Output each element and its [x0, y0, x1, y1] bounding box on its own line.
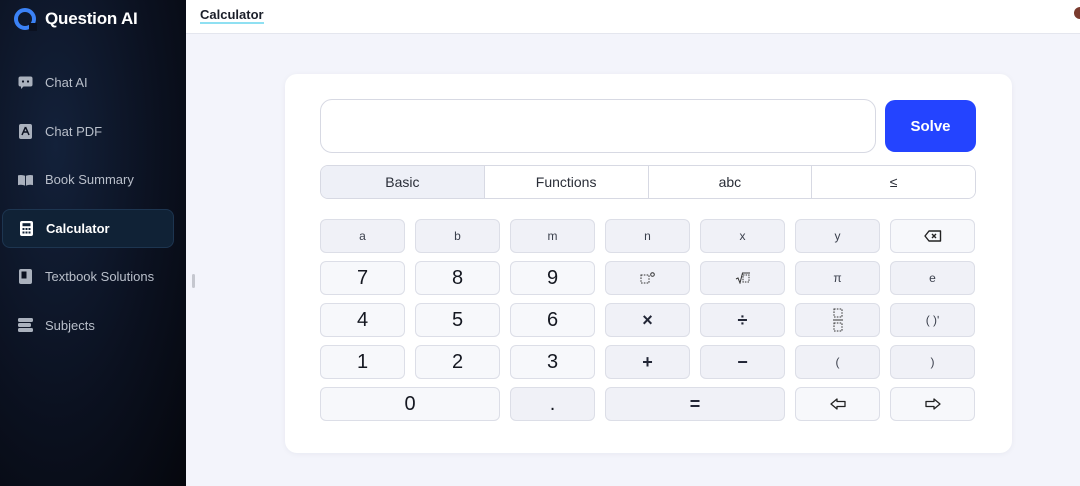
key-6[interactable]: 6 [510, 303, 595, 337]
sidebar-nav: Chat AI Chat PDF Book Summary Calculator… [0, 63, 186, 355]
key-1[interactable]: 1 [320, 345, 405, 379]
sidebar-item-subjects[interactable]: Subjects [2, 306, 174, 345]
key-5[interactable]: 5 [415, 303, 500, 337]
key-9[interactable]: 9 [510, 261, 595, 295]
tab-functions[interactable]: Functions [484, 166, 649, 198]
sidebar-item-chat-ai[interactable]: Chat AI [2, 63, 174, 102]
key-8[interactable]: 8 [415, 261, 500, 295]
key-multiply[interactable]: × [605, 303, 690, 337]
key-pi[interactable]: π [795, 261, 880, 295]
key-7[interactable]: 7 [320, 261, 405, 295]
key-n[interactable]: n [605, 219, 690, 253]
key-e[interactable]: e [890, 261, 975, 295]
sidebar-item-label: Textbook Solutions [45, 269, 155, 285]
key-backspace[interactable] [890, 219, 975, 253]
fraction-icon [832, 308, 844, 332]
key-minus[interactable]: − [700, 345, 785, 379]
logo[interactable]: Question AI [14, 7, 138, 31]
key-m[interactable]: m [510, 219, 595, 253]
key-sqrt[interactable] [700, 261, 785, 295]
degree-icon [640, 272, 656, 284]
textbook-icon [18, 269, 33, 285]
backspace-icon [923, 230, 942, 242]
tab-abc[interactable]: abc [648, 166, 813, 198]
sidebar-item-label: Calculator [46, 220, 110, 236]
sidebar-resize-handle[interactable] [192, 274, 195, 288]
page-title: Calculator [200, 7, 264, 24]
calculator-card: Solve Basic Functions abc ≤ a b m n x y … [285, 74, 1012, 453]
key-y[interactable]: y [795, 219, 880, 253]
arrow-right-icon [924, 398, 941, 410]
sidebar-item-label: Chat PDF [45, 123, 103, 139]
key-a[interactable]: a [320, 219, 405, 253]
sidebar-item-textbook-solutions[interactable]: Textbook Solutions [2, 257, 174, 296]
tab-basic[interactable]: Basic [321, 166, 485, 198]
sidebar-item-chat-pdf[interactable]: Chat PDF [2, 112, 174, 151]
sidebar: Question AI Chat AI Chat PDF Book Summar… [0, 0, 186, 486]
key-fraction[interactable] [795, 303, 880, 337]
app-name: Question AI [45, 9, 138, 28]
sidebar-item-book-summary[interactable]: Book Summary [2, 160, 174, 199]
tab-inequalities[interactable]: ≤ [812, 166, 975, 198]
key-prime-parentheses[interactable]: ( )ʹ [890, 303, 975, 337]
key-open-paren[interactable]: ( [795, 345, 880, 379]
pdf-icon [18, 123, 33, 139]
key-2[interactable]: 2 [415, 345, 500, 379]
key-4[interactable]: 4 [320, 303, 405, 337]
key-degree[interactable] [605, 261, 690, 295]
chat-icon [18, 75, 33, 90]
key-0[interactable]: 0 [320, 387, 500, 421]
key-decimal[interactable]: . [510, 387, 595, 421]
key-cursor-right[interactable] [890, 387, 975, 421]
sidebar-item-calculator[interactable]: Calculator [2, 208, 174, 248]
expression-input[interactable] [320, 99, 876, 153]
solve-button[interactable]: Solve [885, 100, 976, 152]
book-icon [18, 172, 33, 187]
key-3[interactable]: 3 [510, 345, 595, 379]
key-plus[interactable]: + [605, 345, 690, 379]
key-close-paren[interactable]: ) [890, 345, 975, 379]
top-header: Calculator [186, 0, 1080, 34]
subjects-icon [18, 318, 33, 333]
key-equals[interactable]: = [605, 387, 785, 421]
key-divide[interactable]: ÷ [700, 303, 785, 337]
sidebar-item-label: Chat AI [45, 75, 88, 90]
sqrt-icon [735, 272, 751, 284]
logo-icon [14, 8, 37, 31]
calculator-icon [19, 220, 34, 236]
sidebar-item-label: Book Summary [45, 172, 134, 188]
sidebar-item-label: Subjects [45, 317, 95, 333]
arrow-left-icon [829, 398, 846, 410]
key-cursor-left[interactable] [795, 387, 880, 421]
key-x[interactable]: x [700, 219, 785, 253]
key-b[interactable]: b [415, 219, 500, 253]
avatar[interactable] [1074, 7, 1080, 19]
keyboard-tabs: Basic Functions abc ≤ [320, 165, 976, 199]
